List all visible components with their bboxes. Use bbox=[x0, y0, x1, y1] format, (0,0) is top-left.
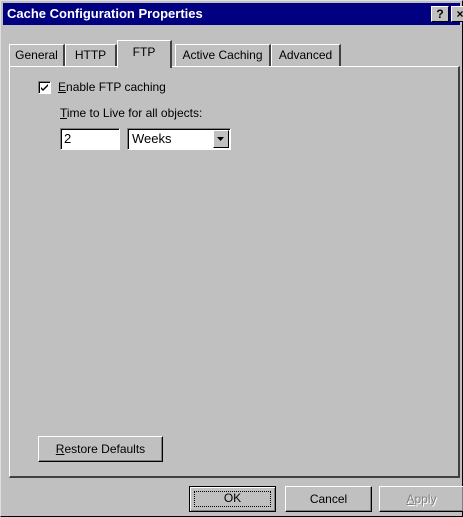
tab-ftp[interactable]: FTP bbox=[117, 40, 172, 68]
enable-ftp-caching-checkbox[interactable] bbox=[38, 81, 51, 94]
ok-button[interactable]: OK bbox=[189, 486, 276, 512]
window-title: Cache Configuration Properties bbox=[7, 6, 203, 21]
tab-label: Active Caching bbox=[182, 48, 263, 62]
enable-ftp-caching-label[interactable]: Enable FTP caching bbox=[58, 80, 166, 94]
tab-http[interactable]: HTTP bbox=[65, 44, 117, 66]
tab-active-caching[interactable]: Active Caching bbox=[175, 44, 271, 66]
tab-advanced[interactable]: Advanced bbox=[271, 44, 341, 66]
close-button[interactable]: × bbox=[451, 6, 463, 22]
help-button[interactable]: ? bbox=[431, 6, 449, 22]
dropdown-arrow-button[interactable] bbox=[213, 130, 229, 148]
properties-dialog: Cache Configuration Properties ? × Gener… bbox=[0, 0, 463, 517]
close-icon: × bbox=[456, 7, 463, 21]
ttl-value-text: 2 bbox=[64, 131, 72, 146]
help-icon: ? bbox=[436, 7, 444, 21]
restore-defaults-button[interactable]: Restore Defaults bbox=[38, 436, 163, 462]
apply-button[interactable]: Apply bbox=[379, 486, 463, 512]
cancel-label: Cancel bbox=[309, 492, 348, 506]
tab-label: Advanced bbox=[278, 48, 333, 62]
tab-label: General bbox=[15, 48, 58, 62]
ttl-unit-select[interactable]: Weeks bbox=[127, 128, 231, 150]
ttl-value-input[interactable]: 2 bbox=[60, 128, 120, 150]
ttl-unit-value: Weeks bbox=[132, 131, 172, 146]
time-to-live-label: Time to Live for all objects: bbox=[60, 106, 203, 120]
ok-label: OK bbox=[223, 491, 242, 505]
chevron-down-icon bbox=[217, 137, 224, 141]
ftp-tab-panel: Enable FTP caching Time to Live for all … bbox=[9, 66, 460, 478]
checkmark-icon bbox=[41, 84, 48, 91]
title-bar[interactable]: Cache Configuration Properties ? × bbox=[3, 3, 463, 25]
tab-label: HTTP bbox=[74, 48, 107, 62]
tab-general[interactable]: General bbox=[9, 44, 65, 66]
cancel-button[interactable]: Cancel bbox=[285, 486, 372, 512]
tab-label: FTP bbox=[132, 45, 156, 59]
